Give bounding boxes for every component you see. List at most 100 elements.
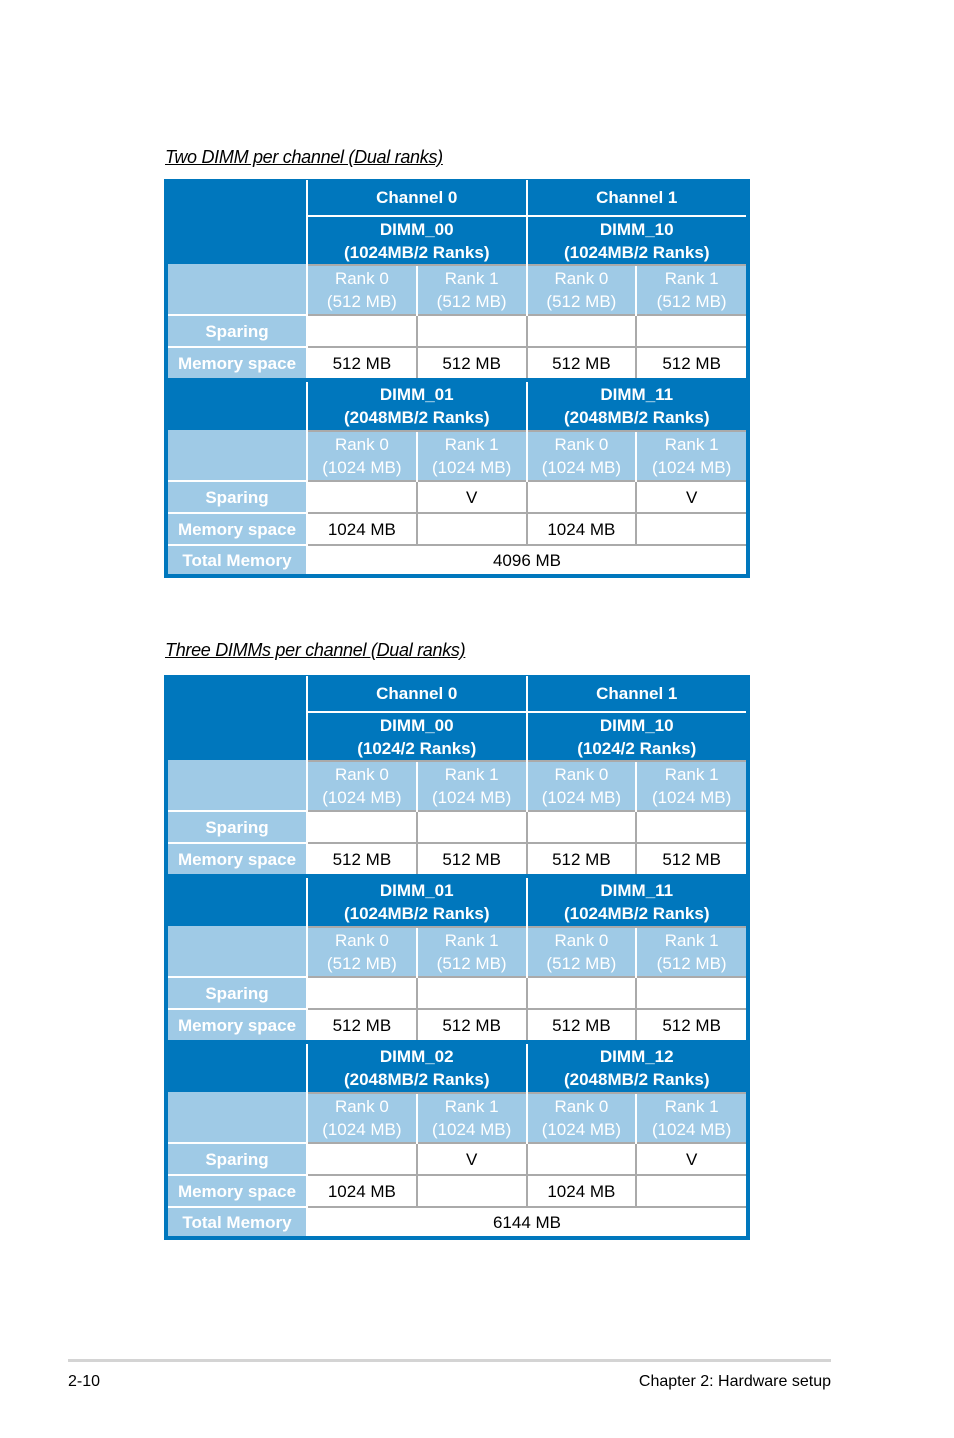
memory-space-cell: 1024 MB — [306, 1174, 417, 1207]
sparing-cell — [415, 976, 527, 1009]
rank-size: (512 MB) — [546, 292, 617, 311]
rank-size: (1024 MB) — [431, 458, 512, 477]
rank-name: Rank 0 — [334, 931, 389, 950]
sparing-label: Sparing — [168, 810, 307, 843]
dimm-size: (2048MB/2 Ranks) — [343, 408, 490, 427]
sparing-cell — [306, 314, 417, 347]
sparing-cell — [525, 480, 637, 513]
dimm-header: DIMM_11 (2048MB/2 Ranks) — [525, 378, 746, 431]
dimm-header: DIMM_12 (2048MB/2 Ranks) — [525, 1040, 746, 1093]
rank-name: Rank 0 — [554, 1097, 609, 1116]
memory-space-cell: 1024 MB — [525, 1174, 637, 1207]
rank-size: (1024 MB) — [541, 788, 622, 807]
sparing-label: Sparing — [168, 976, 307, 1009]
dimm-name: DIMM_01 — [379, 385, 454, 404]
rank-size: (1024 MB) — [322, 1120, 402, 1139]
memory-space-cell: 512 MB — [415, 842, 527, 876]
rank-name: Rank 0 — [334, 765, 389, 784]
memory-space-row: Memory space 1024 MB 1024 MB — [168, 1174, 746, 1207]
channel-header: Channel 0 — [306, 180, 527, 217]
rank-header: Rank 0 (1024 MB) — [525, 430, 637, 481]
dimm-header: DIMM_00 (1024MB/2 Ranks) — [306, 216, 527, 265]
dimm-header-row: DIMM_01 (2048MB/2 Ranks) DIMM_11 (2048MB/2 … — [168, 378, 746, 431]
dimm-name: DIMM_10 — [599, 219, 674, 239]
memory-space-cell: 512 MB — [306, 842, 417, 876]
sparing-cell — [525, 1142, 637, 1175]
rank-row-label-blank — [168, 926, 307, 977]
dimm-size: (2048MB/2 Ranks) — [343, 1070, 490, 1089]
rank-size: (1024 MB) — [651, 458, 732, 477]
chapter-title: Chapter 2: Hardware setup — [638, 1373, 831, 1390]
rank-name: Rank 1 — [444, 931, 499, 950]
rank-header: Rank 1 (512 MB) — [635, 926, 746, 977]
sparing-cell — [635, 976, 746, 1009]
rank-header: Rank 1 (1024 MB) — [415, 760, 527, 811]
total-memory-value: 4096 MB — [306, 544, 746, 574]
dimm-name: DIMM_11 — [600, 881, 674, 900]
dimm-size: (1024/2 Ranks) — [577, 738, 697, 758]
memory-space-label: Memory space — [168, 1174, 307, 1207]
rank-name: Rank 0 — [334, 435, 389, 454]
sparing-row: Sparing V V — [168, 1142, 746, 1175]
memory-space-row: Memory space 512 MB 512 MB 512 MB 512 MB — [168, 842, 746, 876]
rank-size: (1024 MB) — [651, 1120, 732, 1139]
rank-name: Rank 1 — [444, 1097, 499, 1116]
rank-header: Rank 0 (1024 MB) — [306, 430, 417, 481]
sparing-cell — [306, 480, 417, 513]
rank-name: Rank 0 — [554, 435, 609, 454]
sparing-label: Sparing — [168, 314, 307, 347]
dimm-name: DIMM_12 — [599, 1047, 674, 1066]
memory-space-row: Memory space 512 MB 512 MB 512 MB 512 MB — [168, 346, 746, 380]
channel-header: Channel 1 — [525, 676, 746, 713]
sparing-cell — [525, 810, 637, 843]
rank-header: Rank 1 (512 MB) — [415, 264, 527, 315]
rank-header: Rank 1 (1024 MB) — [635, 1092, 746, 1143]
memory-space-cell: 512 MB — [415, 346, 527, 380]
dimm-size: (2048MB/2 Ranks) — [563, 1070, 710, 1089]
rank-header: Rank 0 (512 MB) — [525, 264, 637, 315]
total-memory-label: Total Memory — [168, 1206, 307, 1236]
dimm-header: DIMM_00 (1024/2 Ranks) — [306, 712, 527, 761]
rank-size: (1024 MB) — [541, 1120, 622, 1139]
rank-size: (512 MB) — [436, 292, 507, 311]
total-memory-row: Total Memory 6144 MB — [168, 1206, 746, 1236]
dimm-size: (1024MB/2 Ranks) — [563, 242, 710, 262]
rank-size: (1024 MB) — [322, 458, 402, 477]
sparing-cell — [306, 976, 417, 1009]
memory-space-cell: 1024 MB — [306, 512, 417, 545]
sparing-cell — [525, 314, 637, 347]
rank-size: (1024 MB) — [541, 458, 622, 477]
sparing-label: Sparing — [168, 1142, 307, 1175]
dimm-size: (1024MB/2 Ranks) — [343, 904, 490, 923]
sparing-row: Sparing — [168, 810, 746, 843]
dimm-row-blank — [168, 1040, 307, 1093]
memory-space-cell: 512 MB — [306, 1008, 417, 1042]
sparing-cell: V — [415, 1142, 527, 1175]
rank-name: Rank 1 — [444, 765, 499, 784]
rank-name: Rank 0 — [554, 765, 609, 784]
sparing-row: Sparing V V — [168, 480, 746, 513]
rank-name: Rank 1 — [664, 931, 719, 950]
rank-header: Rank 0 (1024 MB) — [525, 760, 637, 811]
memory-space-label: Memory space — [168, 512, 307, 545]
memory-space-cell: 512 MB — [415, 1008, 527, 1042]
rank-size: (512 MB) — [656, 954, 727, 973]
sparing-cell — [525, 976, 637, 1009]
dimm-header: DIMM_10 (1024MB/2 Ranks) — [525, 216, 746, 265]
sparing-cell: V — [635, 1142, 746, 1175]
two-dimm-per-channel-table: Channel 0 Channel 1 DIMM_00 (1024MB/2 Ranks… — [164, 179, 750, 578]
dimm-name: DIMM_02 — [379, 1047, 454, 1066]
dimm-header: DIMM_11 (1024MB/2 Ranks) — [525, 874, 746, 927]
rank-header: Rank 0 (512 MB) — [306, 926, 417, 977]
sparing-cell — [306, 810, 417, 843]
sparing-cell — [635, 314, 746, 347]
rank-name: Rank 1 — [664, 765, 719, 784]
corner-blank — [168, 180, 307, 265]
rank-name: Rank 0 — [554, 931, 609, 950]
dimm-name: DIMM_00 — [379, 219, 454, 239]
dimm-name: DIMM_10 — [599, 715, 674, 735]
memory-space-row: Memory space 512 MB 512 MB 512 MB 512 MB — [168, 1008, 746, 1042]
rank-header: Rank 0 (1024 MB) — [306, 760, 417, 811]
rank-row: Rank 0 (1024 MB) Rank 1 (1024 MB) Rank 0 (102… — [168, 430, 746, 481]
dimm-row-blank — [168, 378, 307, 431]
